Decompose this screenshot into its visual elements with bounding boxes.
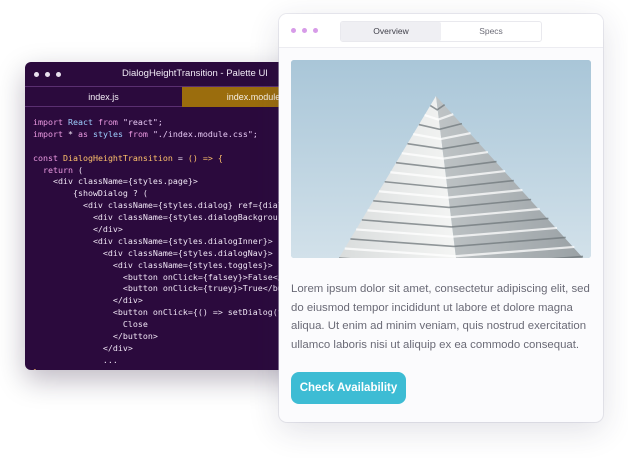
description-text: Lorem ipsum dolor sit amet, consectetur … [291, 283, 590, 351]
code-token: from [92, 117, 123, 127]
code-token: ( [77, 164, 83, 175]
code-token: * [67, 128, 78, 139]
preview-topbar: Overview Specs [279, 14, 603, 48]
view-toggle: Overview Specs [340, 21, 542, 42]
code-token: <button onClick={truey}>True</bu [33, 283, 283, 294]
code-token: <div className={styles.toggles}> [33, 259, 273, 270]
code-token: <div className={styles.page}> [33, 176, 198, 187]
code-token: <div className={styles.dialog} ref={dial [33, 200, 283, 211]
code-token: <div className={styles.dialogInner}> [33, 235, 273, 246]
code-token: styles [92, 128, 123, 139]
code-token: React [67, 117, 93, 127]
code-token: </div> [33, 224, 123, 235]
code-token: = [172, 152, 188, 163]
code-token: () => { [187, 152, 223, 163]
code-token: "./index.module.css"; [152, 128, 258, 139]
tab-specs[interactable]: Specs [441, 22, 541, 41]
code-token: const [33, 152, 63, 163]
code-token: </div> [33, 295, 143, 306]
code-token: DialogHeightTransition [62, 152, 173, 163]
code-token: </button> [33, 331, 158, 342]
check-availability-button[interactable]: Check Availability [291, 372, 406, 404]
window-controls [291, 28, 318, 33]
code-token: from [122, 128, 153, 139]
minimize-dot-icon[interactable] [302, 28, 307, 33]
code-token: <div className={styles.dialogNav}> [33, 247, 273, 258]
code-token: import [33, 117, 68, 127]
code-token: Close [33, 319, 148, 330]
code-token: {showDialog ? ( [33, 188, 148, 199]
code-token: import [33, 128, 68, 139]
code-token: <button onClick={falsey}>False</ [33, 271, 283, 282]
building-image [291, 60, 591, 258]
code-token: <button onClick={() => setDialog(f [33, 307, 283, 318]
maximize-dot-icon[interactable] [313, 28, 318, 33]
tab-overview[interactable]: Overview [341, 22, 441, 41]
code-token: </div> [33, 342, 133, 353]
tab-index-js[interactable]: index.js [25, 87, 182, 107]
preview-window: Overview Specs Lorem ipsum dolor sit ame… [279, 14, 603, 422]
code-token: as [77, 128, 93, 139]
code-token: return [43, 164, 78, 175]
code-token: <div className={styles.dialogBackgrou [33, 212, 278, 223]
code-token: } [33, 367, 38, 370]
code-token: "react"; [122, 117, 163, 127]
code-token: ... [33, 354, 118, 365]
close-dot-icon[interactable] [291, 28, 296, 33]
